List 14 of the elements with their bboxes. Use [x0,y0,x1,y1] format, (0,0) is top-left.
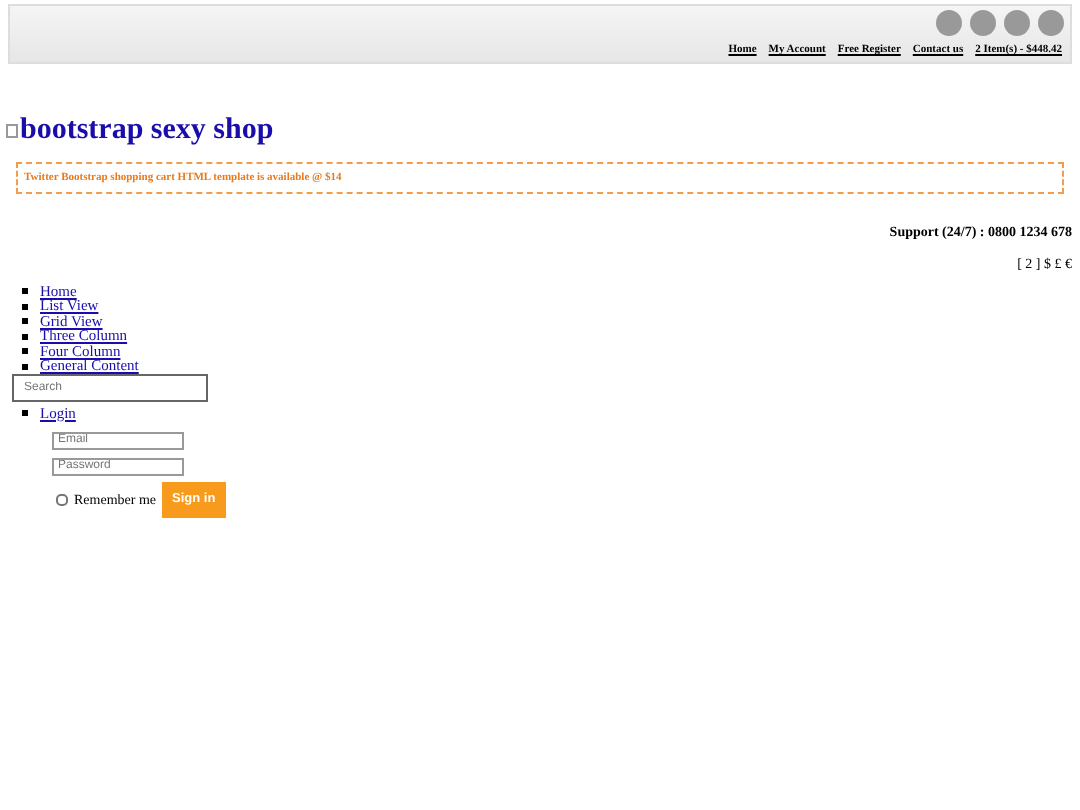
bullet-icon [22,303,28,309]
remember-checkbox[interactable] [56,494,68,507]
bullet-icon [22,318,28,324]
logo-text: bootstrap sexy shop [20,112,274,150]
broken-image-icon [6,123,18,138]
bullet-icon [22,288,28,294]
social-icon[interactable] [970,10,996,36]
social-icon[interactable] [1038,10,1064,36]
social-icon[interactable] [936,10,962,36]
bullet-icon [22,363,28,369]
bullet-icon [22,333,28,339]
bullet-icon [22,348,28,354]
social-icon[interactable] [1004,10,1030,36]
bullet-icon [22,410,28,416]
